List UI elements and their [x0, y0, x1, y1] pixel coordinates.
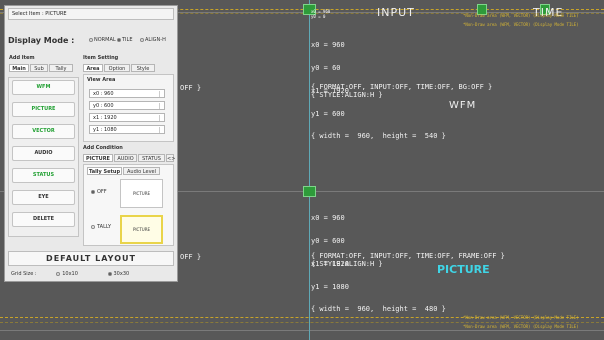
y0-value: y0 : 600 — [93, 103, 114, 109]
item-setting-title: Item Setting — [83, 55, 119, 61]
radio-dot-icon — [107, 271, 112, 276]
tab-tally[interactable]: Tally — [49, 64, 73, 72]
layout-settings-panel: Select Item : PICTURE Display Mode : NOR… — [4, 5, 178, 282]
non-draw-note: *Non-Draw area (WFM, VECTOR) (Display Mo… — [463, 13, 579, 18]
x1-value: x1 : 1920 — [93, 115, 117, 121]
display-mode-normal[interactable]: NORMAL — [89, 37, 116, 43]
non-draw-boundary — [0, 322, 604, 323]
non-draw-note: *Non-Draw area (WFM, VECTOR) (Display Mo… — [463, 324, 579, 329]
picture-preview-off[interactable]: PICTURE — [120, 179, 163, 208]
tab-sub[interactable]: Sub — [30, 64, 48, 72]
grid-10x10-label: 10x10 — [62, 271, 78, 277]
non-draw-note: *Non-Draw area (WFM, VECTOR) (Display Mo… — [463, 22, 579, 27]
grid-10x10-option[interactable]: 10x10 — [56, 271, 78, 277]
picture-style: { STYLE:ALIGN:H } — [311, 260, 383, 268]
spin-icon[interactable] — [159, 103, 163, 109]
view-area-title: View Area — [87, 77, 116, 83]
radio-dot-icon — [89, 37, 93, 42]
tab-scroll-arrows-icon[interactable]: <> — [166, 154, 175, 162]
add-picture-button[interactable]: PICTURE — [12, 102, 75, 117]
radio-dot-icon — [56, 271, 61, 276]
tab-option[interactable]: Option — [104, 64, 130, 72]
grid-30x30-option[interactable]: 30x30 — [107, 271, 130, 277]
radio-dot-icon — [117, 37, 121, 42]
add-vector-button[interactable]: VECTOR — [12, 124, 75, 139]
tab-area[interactable]: Area — [83, 64, 103, 72]
spin-icon[interactable] — [159, 91, 163, 97]
display-mode-tile-label: TILE — [122, 37, 133, 43]
tab-condition-audio[interactable]: AUDIO — [114, 154, 137, 162]
tab-tally-setup[interactable]: Tally Setup — [87, 167, 122, 175]
add-status-button[interactable]: STATUS — [12, 168, 75, 183]
spin-icon[interactable] — [159, 115, 163, 121]
x0-field[interactable]: x0 : 960 — [89, 89, 165, 98]
add-audio-button[interactable]: AUDIO — [12, 146, 75, 161]
grid-size-row: Grid Size : 10x10 30x30 — [11, 271, 129, 277]
area-corner-marker[interactable] — [303, 186, 316, 197]
picture-x0: x0 = 960 — [311, 214, 345, 223]
display-mode-label: Display Mode : — [8, 36, 75, 45]
grid-line — [0, 330, 604, 331]
display-mode-normal-label: NORMAL — [94, 37, 116, 43]
radio-dot-icon — [91, 189, 95, 194]
picture-preview-tally[interactable]: PICTURE — [120, 215, 163, 244]
split-line — [309, 0, 310, 340]
tab-condition-status[interactable]: STATUS — [138, 154, 165, 162]
y1-value: y1 : 1080 — [93, 127, 117, 133]
display-mode-tile[interactable]: TILE — [117, 37, 132, 43]
add-item-title: Add Item — [9, 55, 35, 61]
tab-audio-level[interactable]: Audio Level — [123, 167, 160, 175]
picture-off-text: OFF } — [180, 253, 202, 261]
radio-dot-icon — [91, 224, 95, 229]
tally-option[interactable]: TALLY — [91, 224, 111, 230]
picture-preview-tally-label: PICTURE — [132, 227, 151, 232]
tab-style[interactable]: Style — [131, 64, 155, 72]
delete-button[interactable]: DELETE — [12, 212, 75, 227]
tab-main[interactable]: Main — [9, 64, 29, 72]
y1-field[interactable]: y1 : 1080 — [89, 125, 165, 134]
select-item-field[interactable]: Select Item : PICTURE — [8, 8, 174, 20]
spin-icon[interactable] — [159, 127, 163, 133]
radio-dot-icon — [140, 37, 144, 42]
tally-option-label: TALLY — [97, 224, 112, 230]
x1-field[interactable]: x1 : 1920 — [89, 113, 165, 122]
default-layout-button[interactable]: DEFAULT LAYOUT — [8, 251, 174, 266]
grid-size-label: Grid Size : — [11, 271, 37, 277]
picture-title: PICTURE — [437, 263, 490, 276]
top-dims: x0 = 960 y0 = 0 — [311, 9, 330, 19]
display-mode-align-h-label: ALIGN-H — [145, 37, 166, 43]
wfm-title: WFM — [449, 100, 477, 111]
wfm-style: { STYLE:ALIGN:H } — [311, 91, 383, 99]
add-wfm-button[interactable]: WFM — [12, 80, 75, 95]
top-dim-y0: y0 = 0 — [311, 13, 326, 19]
x0-value: x0 : 960 — [93, 91, 114, 97]
off-option[interactable]: OFF — [91, 189, 107, 195]
wfm-x0: x0 = 960 — [311, 41, 345, 50]
add-condition-title: Add Condition — [83, 145, 123, 151]
wfm-y0: y0 = 60 — [311, 63, 341, 72]
input-label: INPUT — [377, 6, 415, 19]
picture-y0: y0 = 600 — [311, 236, 345, 245]
picture-size: { width = 960, height = 480 } — [311, 305, 446, 314]
wfm-y1: y1 = 600 — [311, 109, 345, 118]
grid-30x30-label: 30x30 — [113, 271, 130, 277]
wfm-off-text: OFF } — [180, 84, 202, 92]
picture-y1: y1 = 1080 — [311, 282, 349, 291]
y0-field[interactable]: y0 : 600 — [89, 101, 165, 110]
add-eye-button[interactable]: EYE — [12, 190, 75, 205]
tab-condition-picture[interactable]: PICTURE — [83, 154, 113, 162]
wfm-size: { width = 960, height = 540 } — [311, 132, 446, 141]
off-option-label: OFF — [97, 189, 107, 195]
non-draw-note: *Non-Draw area (WFM, VECTOR) (Display Mo… — [463, 315, 579, 320]
display-mode-align-h[interactable]: ALIGN-H — [140, 37, 166, 43]
